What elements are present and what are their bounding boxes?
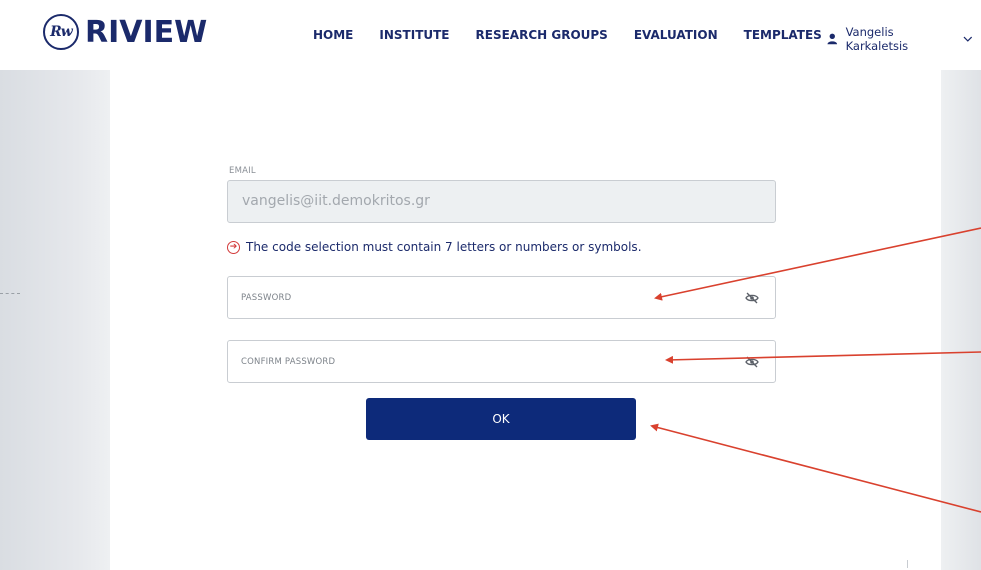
page: Rw RIVIEW HOME INSTITUTE RESEARCH GROUPS… [0,0,981,570]
annotation-arrows [650,227,981,513]
annotation-arrow-ok [650,423,981,513]
annotation-arrow-confirm [665,351,981,364]
annotation-arrow-password [654,227,981,301]
